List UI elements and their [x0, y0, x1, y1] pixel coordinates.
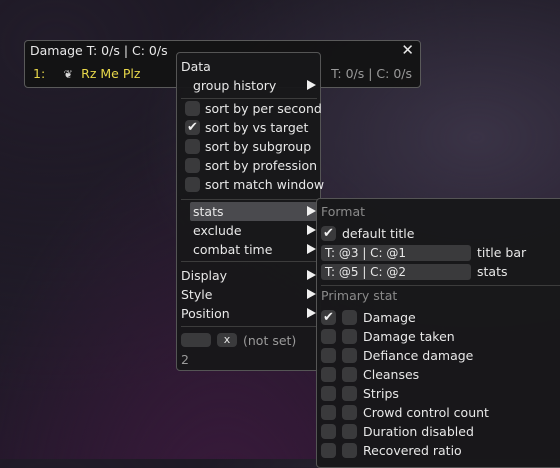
stat-secondary-checkbox[interactable]: [342, 443, 357, 458]
submenu-arrow-icon: [307, 308, 316, 318]
stat-secondary-checkbox[interactable]: [342, 405, 357, 420]
stat-option-label: Duration disabled: [363, 424, 474, 439]
stats-format-input[interactable]: T: @5 | C: @2: [321, 264, 471, 280]
sort-option-label: sort by subgroup: [205, 139, 312, 154]
sort-option-label: sort by profession: [205, 158, 318, 173]
stat-checkbox[interactable]: [321, 386, 336, 401]
stat-checkbox[interactable]: [321, 367, 336, 382]
stat-secondary-checkbox[interactable]: [342, 386, 357, 401]
divider: [181, 326, 317, 327]
sort-checkbox[interactable]: ✔: [185, 120, 200, 135]
hotkey-value: (not set): [243, 333, 297, 348]
row-index: 1:: [33, 66, 46, 81]
format-header: Format: [321, 204, 366, 219]
menu-item-style[interactable]: Style: [181, 285, 212, 304]
default-title-label: default title: [342, 226, 415, 241]
submenu-arrow-icon: [307, 270, 316, 280]
title-bar-label: title bar: [477, 245, 527, 260]
menu-item-exclude[interactable]: exclude: [193, 221, 242, 240]
submenu-arrow-icon: [307, 289, 316, 299]
menu-item-stats[interactable]: stats: [193, 202, 224, 221]
stat-secondary-checkbox[interactable]: [342, 424, 357, 439]
sort-checkbox[interactable]: [185, 139, 200, 154]
stats-format-label: stats: [477, 264, 508, 279]
profession-icon: ❦: [63, 68, 73, 81]
data-header: Data: [181, 59, 211, 74]
sort-checkbox[interactable]: [185, 101, 200, 116]
stat-option-label: Strips: [363, 386, 399, 401]
hotkey-clear-button[interactable]: x: [217, 333, 237, 347]
sort-checkbox[interactable]: [185, 158, 200, 173]
stat-secondary-checkbox[interactable]: [342, 329, 357, 344]
sort-checkbox[interactable]: [185, 177, 200, 192]
sort-option-label: sort match window: [205, 177, 325, 192]
stats-submenu: Format ✔ default title T: @3 | C: @1 tit…: [316, 198, 560, 468]
stat-option-label: Defiance damage: [363, 348, 474, 363]
primary-stat-header: Primary stat: [321, 288, 398, 303]
stat-secondary-checkbox[interactable]: [342, 310, 357, 325]
stat-checkbox[interactable]: [321, 348, 336, 363]
submenu-arrow-icon: [307, 244, 316, 254]
sort-option-label: sort by vs target: [205, 120, 309, 135]
window-title: Damage T: 0/s | C: 0/s: [30, 43, 168, 58]
submenu-arrow-icon: [307, 80, 316, 90]
submenu-arrow-icon: [307, 225, 316, 235]
menu-item-display[interactable]: Display: [181, 266, 227, 285]
stat-checkbox[interactable]: [321, 443, 336, 458]
stat-secondary-checkbox[interactable]: [342, 367, 357, 382]
stat-checkbox[interactable]: [321, 424, 336, 439]
stat-checkbox[interactable]: [321, 329, 336, 344]
context-menu: Data group history sort by per second ✔ so…: [176, 52, 325, 371]
menu-item-position[interactable]: Position: [181, 304, 230, 323]
stat-option-label: Cleanses: [363, 367, 420, 382]
stat-checkbox[interactable]: [321, 405, 336, 420]
hotkey-field[interactable]: [181, 333, 211, 347]
stat-option-label: Recovered ratio: [363, 443, 462, 458]
player-name: Rz Me Plz: [81, 66, 141, 81]
close-icon[interactable]: ✕: [401, 41, 414, 59]
default-title-checkbox[interactable]: ✔: [321, 226, 336, 241]
player-row[interactable]: 1: ❦ Rz Me Plz: [33, 66, 140, 81]
stat-option-label: Crowd control count: [363, 405, 489, 420]
sort-option-label: sort by per second: [205, 101, 322, 116]
divider: [181, 199, 317, 200]
menu-item-combat-time[interactable]: combat time: [193, 240, 272, 259]
submenu-arrow-icon: [307, 206, 316, 216]
stat-checkbox[interactable]: ✔: [321, 310, 336, 325]
stat-option-label: Damage: [363, 310, 416, 325]
stat-secondary-checkbox[interactable]: [342, 348, 357, 363]
divider: [181, 261, 317, 262]
stat-option-label: Damage taken: [363, 329, 455, 344]
row-stats: T: 0/s | C: 0/s: [331, 66, 412, 81]
menu-item-group-history[interactable]: group history: [193, 76, 276, 95]
title-bar-input[interactable]: T: @3 | C: @1: [321, 245, 471, 261]
window-id: 2: [181, 352, 189, 367]
